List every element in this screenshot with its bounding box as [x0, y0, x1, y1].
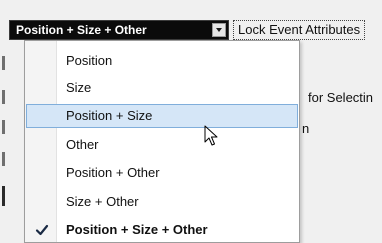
menu-item-label: Position + Size [66, 108, 153, 123]
menu-item-position-other[interactable]: Position + Other [26, 161, 298, 185]
dropdown-menu: Position Size Position + Size Other Posi… [24, 40, 300, 243]
menu-item-label: Size [66, 80, 92, 95]
menu-item-position[interactable]: Position [26, 49, 298, 73]
lock-event-attributes-label[interactable]: Lock Event Attributes [233, 20, 366, 40]
background-label-fragment: n [302, 121, 310, 136]
menu-item-label: Other [66, 137, 99, 152]
menu-item-other[interactable]: Other [26, 133, 298, 157]
chevron-down-icon[interactable] [212, 23, 226, 37]
menu-item-size[interactable]: Size [26, 76, 298, 100]
left-edge-controls [0, 40, 8, 243]
background-label-selecting: for Selectin [308, 90, 374, 105]
mouse-pointer-icon [204, 125, 218, 146]
menu-item-label: Size + Other [66, 194, 139, 209]
dropdown-selected-value: Position + Size + Other [16, 23, 147, 37]
menu-item-label: Position + Other [66, 165, 160, 180]
lock-attributes-dropdown[interactable]: Position + Size + Other [9, 20, 229, 40]
menu-item-label: Position + Size + Other [66, 222, 208, 237]
menu-item-position-size[interactable]: Position + Size [26, 104, 298, 128]
menu-item-position-size-other[interactable]: Position + Size + Other [26, 218, 298, 242]
menu-item-label: Position [66, 53, 113, 68]
checkmark-icon [35, 224, 49, 236]
menu-item-size-other[interactable]: Size + Other [26, 190, 298, 214]
